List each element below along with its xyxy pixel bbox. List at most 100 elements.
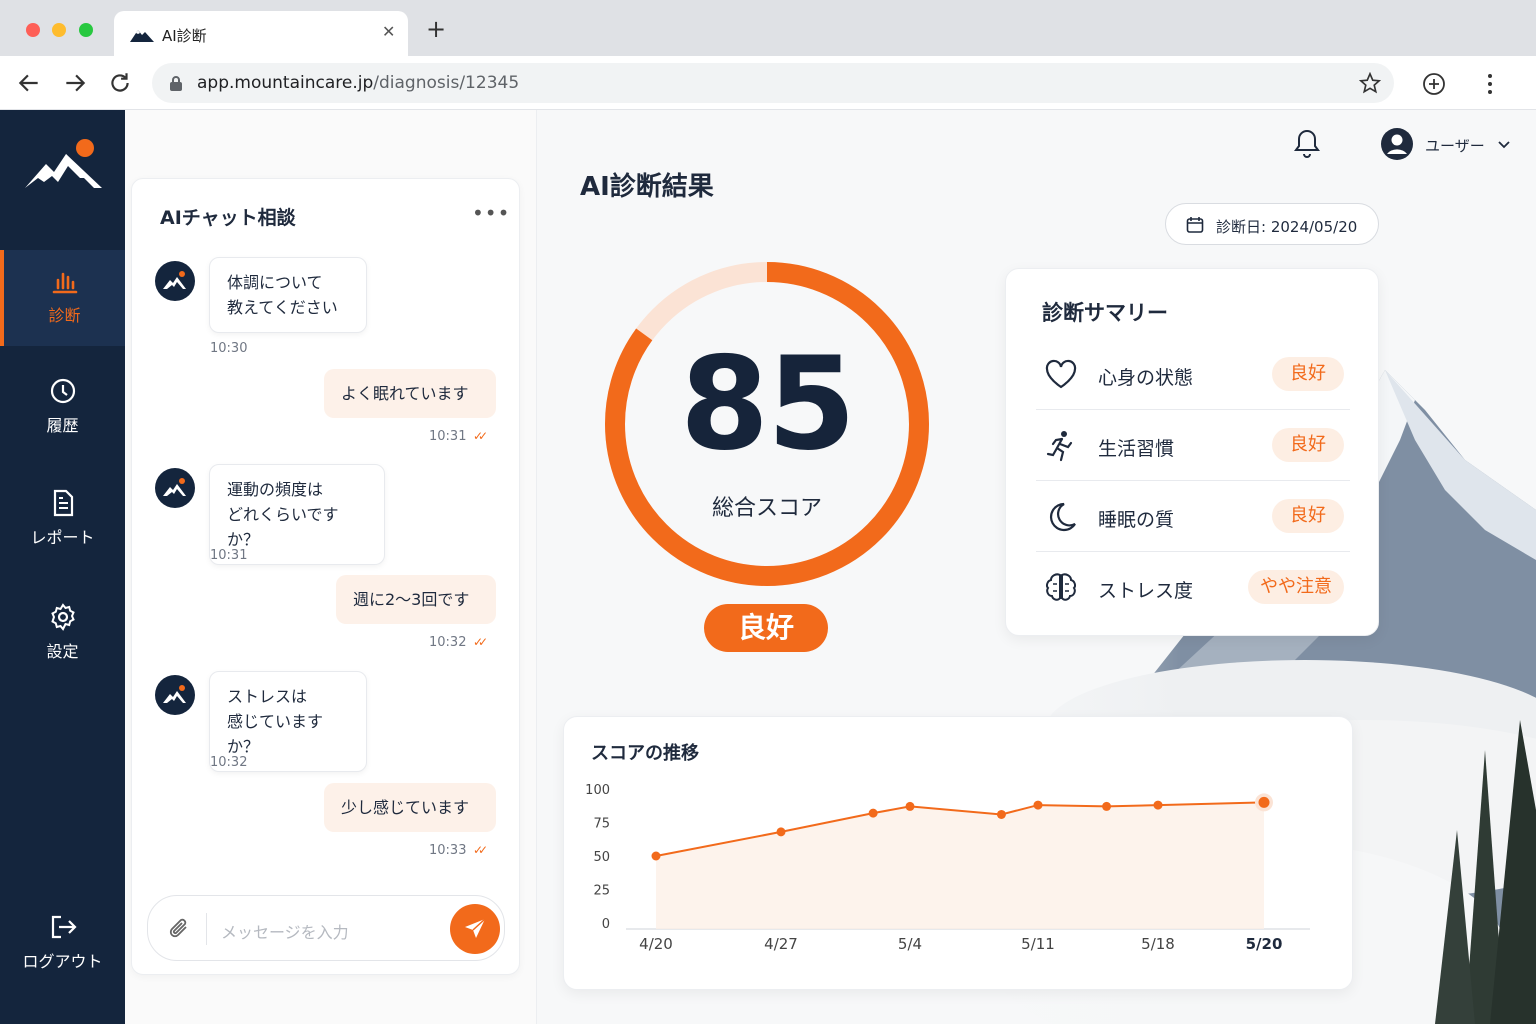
data-point (1033, 800, 1043, 810)
message-text: どれくらいですか？ (227, 505, 339, 549)
message-timestamp: 10:30 (210, 341, 248, 356)
y-tick-label: 25 (593, 884, 610, 899)
tab-close-icon[interactable]: ✕ (382, 22, 395, 41)
data-point (905, 801, 915, 811)
chat-pane: AIチャット相談 ••• 体調について 教えてください 10:30 よく眠れています 1… (125, 110, 537, 1024)
logout-button[interactable]: ログアウト (0, 896, 125, 992)
bot-message-bubble: 体調について 教えてください (209, 257, 367, 333)
overall-score: 85 (679, 330, 856, 479)
summary-row-label: ストレス度 (1098, 580, 1194, 602)
score-trend-chart: 100 75 50 25 0 4/20 4/27 5/4 5/11 5/18 5/20 (585, 783, 1310, 953)
y-tick-label: 75 (593, 817, 610, 832)
bookmark-star-icon[interactable] (1359, 72, 1381, 94)
diagnosis-date-pill: 診断日: 2024/05/20 (1165, 203, 1379, 245)
message-input-placeholder[interactable]: メッセージを入力 (221, 919, 349, 943)
maximize-window-button[interactable] (79, 23, 93, 37)
user-message-bubble: よく眠れています (324, 369, 496, 418)
send-button[interactable] (450, 904, 500, 954)
bot-avatar (155, 468, 195, 508)
x-tick-label: 5/20 (1246, 935, 1283, 953)
message-timestamp: 10:32 (210, 755, 248, 770)
notification-bell-icon[interactable] (1292, 127, 1322, 159)
message-text: 体調について (227, 273, 323, 292)
browser-tabbar: AI診断 ✕ + (0, 0, 1536, 56)
reload-icon[interactable] (107, 70, 133, 96)
summary-row-sleep: 睡眠の質 良好 (1036, 481, 1350, 552)
new-tab-button[interactable]: + (426, 17, 446, 41)
summary-row-lifestyle: 生活習慣 良好 (1036, 410, 1350, 481)
data-point (1102, 801, 1112, 811)
clock-icon (50, 378, 75, 404)
address-bar[interactable]: app.mountaincare.jp/diagnosis/12345 (152, 63, 1394, 103)
user-message-bubble: 少し感じています (324, 783, 496, 832)
back-arrow-icon[interactable] (16, 70, 42, 96)
chevron-down-icon[interactable] (1497, 140, 1511, 150)
diagnosis-summary-card: 診断サマリー 心身の状態 良好 生活習慣 良好 睡眠の質 良好 ストレス度 やや… (1005, 268, 1379, 636)
page-title: AI診断結果 (580, 172, 714, 202)
add-extension-icon[interactable] (1422, 72, 1446, 96)
sidebar-item-diagnosis[interactable]: 診断 (0, 250, 125, 346)
lock-icon (170, 76, 182, 91)
sidebar-item-report[interactable]: レポート (0, 472, 125, 568)
calendar-icon (1186, 217, 1204, 233)
diagnosis-date: 診断日: 2024/05/20 (1216, 218, 1358, 236)
y-tick-label: 100 (585, 783, 610, 798)
x-tick-label: 5/4 (898, 935, 922, 953)
score-gauge: 85 総合スコア (601, 258, 933, 590)
gear-icon (50, 603, 75, 631)
data-point (1258, 796, 1270, 808)
message-text: ストレスは (227, 687, 308, 706)
browser-menu-icon[interactable] (1480, 72, 1500, 96)
mountain-logo-icon (163, 478, 186, 496)
main-content: AIチャット相談 ••• 体調について 教えてください 10:30 よく眠れています 1… (125, 110, 1536, 1024)
chat-card: AIチャット相談 ••• 体調について 教えてください 10:30 よく眠れています 1… (131, 178, 520, 975)
message-text: 運動の頻度は (227, 480, 324, 499)
mountain-favicon-icon (130, 30, 154, 42)
overall-score-label: 総合スコア (711, 496, 822, 521)
summary-row-label: 心身の状態 (1098, 367, 1194, 389)
chart-icon (52, 272, 77, 294)
more-options-icon[interactable]: ••• (472, 201, 510, 225)
summary-row-stress: ストレス度 やや注意 (1036, 552, 1350, 623)
message-timestamp: 10:31 (429, 429, 467, 444)
data-point (776, 827, 786, 837)
chat-title: AIチャット相談 (160, 207, 296, 229)
status-badge: 良好 (1272, 499, 1344, 533)
sidebar-item-settings[interactable]: 設定 (0, 586, 125, 682)
user-name[interactable]: ユーザー (1425, 135, 1485, 156)
brain-icon (1046, 573, 1076, 601)
minimize-window-button[interactable] (52, 23, 66, 37)
x-tick-label: 4/27 (764, 935, 798, 953)
sidebar-item-label: 診断 (48, 306, 81, 325)
message-timestamp: 10:32 (429, 635, 467, 650)
status-badge: 良好 (1272, 428, 1344, 462)
message-text: 週に2〜3回です (353, 590, 470, 609)
series-area (656, 802, 1264, 929)
score-trend-card: スコアの推移 100 75 50 25 0 4/20 4/27 5/4 5/11 5/18 5/20 (563, 716, 1353, 990)
read-receipt-icon: ✓✓ (473, 429, 488, 443)
mountain-logo-icon (163, 685, 186, 703)
sidebar-item-label: レポート (30, 528, 95, 547)
logout-label: ログアウト (22, 952, 103, 971)
x-tick-label: 5/11 (1021, 935, 1055, 953)
sidebar-item-history[interactable]: 履歴 (0, 360, 125, 456)
data-point (996, 809, 1006, 819)
message-text: よく眠れています (341, 384, 469, 403)
browser-tab[interactable]: AI診断 ✕ (114, 11, 408, 56)
y-tick-label: 50 (593, 850, 610, 865)
message-input-bar[interactable]: メッセージを入力 (147, 895, 505, 961)
close-window-button[interactable] (26, 23, 40, 37)
tab-title: AI診断 (162, 27, 207, 45)
document-icon (53, 489, 73, 517)
moon-icon (1049, 502, 1076, 532)
data-point (1153, 800, 1163, 810)
status-badge: やや注意 (1248, 570, 1344, 604)
message-timestamp: 10:31 (210, 548, 248, 563)
paperclip-icon[interactable] (168, 916, 192, 942)
heart-icon (1045, 359, 1077, 389)
forward-arrow-icon[interactable] (62, 70, 88, 96)
send-icon (465, 918, 486, 938)
user-avatar-icon[interactable] (1380, 127, 1414, 161)
message-text: 教えてください (227, 298, 338, 317)
summary-row-mind-body: 心身の状態 良好 (1036, 339, 1350, 410)
